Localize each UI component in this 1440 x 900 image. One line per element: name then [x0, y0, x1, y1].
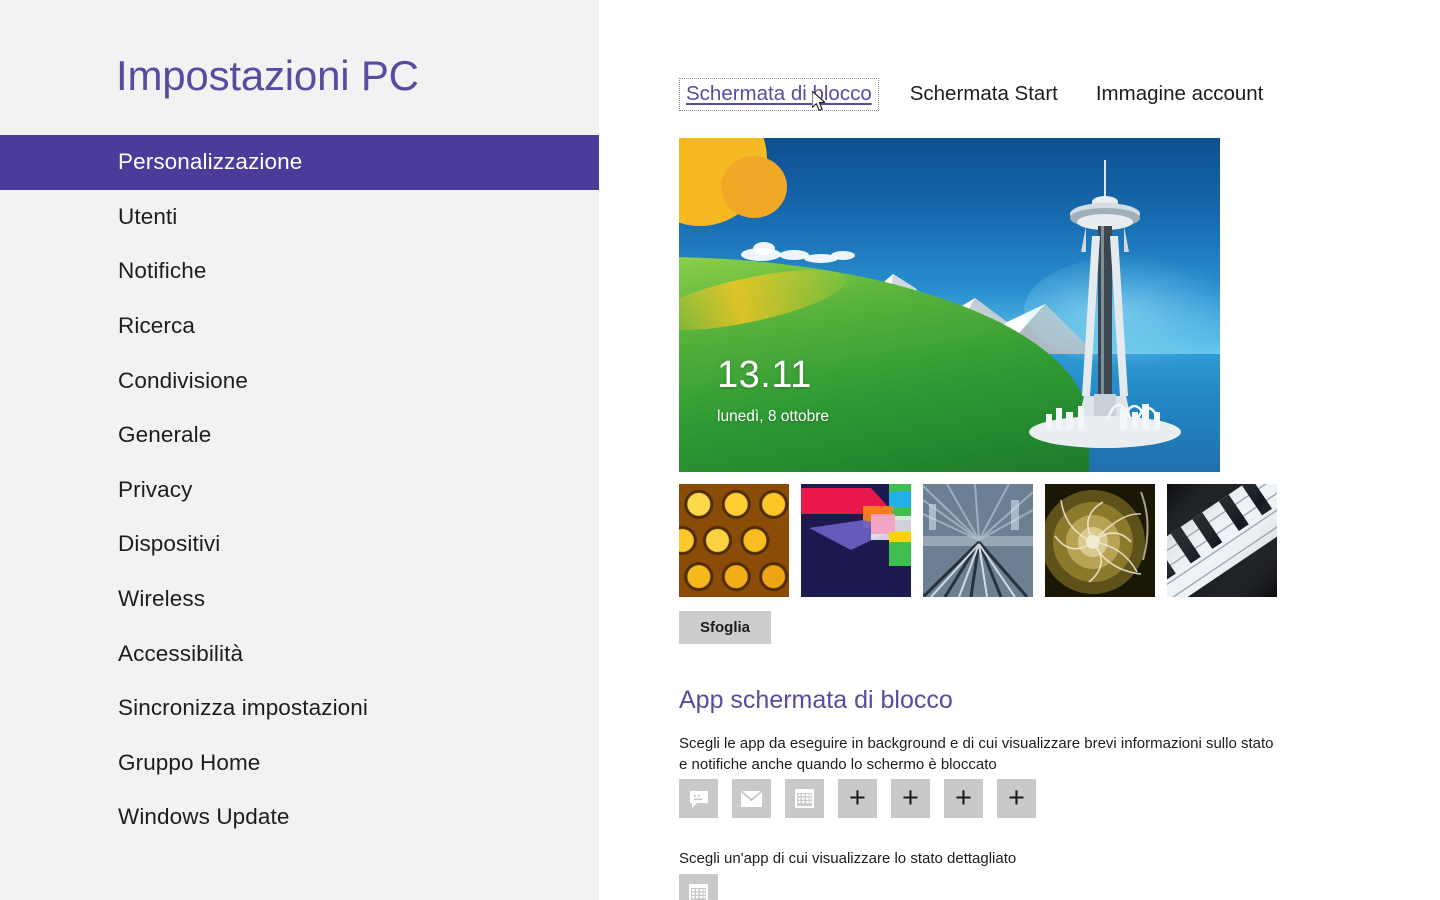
calendar-icon [689, 884, 708, 900]
sidebar-item-dispositivi[interactable]: Dispositivi [0, 517, 599, 572]
sidebar-item-generale[interactable]: Generale [0, 408, 599, 463]
app-tile-add-3[interactable]: + [944, 779, 983, 818]
sidebar-item-accessibilita[interactable]: Accessibilità [0, 626, 599, 681]
sidebar-item-windows-update[interactable]: Windows Update [0, 790, 599, 845]
cloud-icon [753, 242, 775, 255]
detailed-status-description: Scegli un'app di cui visualizzare lo sta… [679, 850, 1017, 867]
tab-schermata-start[interactable]: Schermata Start [903, 78, 1065, 111]
sidebar-item-label: Generale [118, 422, 212, 448]
lock-screen-time: 13.11 [717, 354, 812, 396]
tab-immagine-account[interactable]: Immagine account [1089, 78, 1271, 111]
mail-icon [740, 789, 763, 807]
lock-screen-preview: 13.11 lunedì, 8 ottobre [679, 138, 1220, 472]
app-tile-add-2[interactable]: + [891, 779, 930, 818]
wallpaper-thumbnail-list [679, 484, 1277, 597]
sidebar-item-label: Ricerca [118, 313, 195, 339]
nautilus-shell-graphic [1045, 484, 1155, 597]
thumbnail-nautilus-shell[interactable] [1045, 484, 1155, 597]
pc-settings-screen: Impostazioni PC Personalizzazione Utenti… [0, 0, 1440, 900]
browse-button[interactable]: Sfoglia [679, 611, 772, 644]
sidebar-item-label: Windows Update [118, 804, 290, 830]
app-tile-add-1[interactable]: + [838, 779, 877, 818]
space-needle-icon [1029, 160, 1181, 448]
sidebar-item-label: Privacy [118, 476, 193, 502]
sidebar-item-label: Notifiche [118, 258, 207, 284]
sidebar-item-notifiche[interactable]: Notifiche [0, 244, 599, 299]
sidebar-item-label: Gruppo Home [118, 749, 261, 775]
thumbnail-geometric-shapes[interactable] [801, 484, 911, 597]
sidebar-nav-list: Personalizzazione Utenti Notifiche Ricer… [0, 135, 599, 845]
sun-shape-small-icon [721, 156, 787, 218]
sidebar-item-privacy[interactable]: Privacy [0, 463, 599, 518]
sidebar-item-label: Sincronizza impostazioni [118, 695, 369, 721]
sidebar-item-label: Accessibilità [118, 640, 244, 666]
sidebar: Impostazioni PC Personalizzazione Utenti… [0, 0, 599, 900]
sidebar-item-label: Wireless [118, 586, 206, 612]
section-title-lock-screen-apps: App schermata di blocco [679, 686, 953, 714]
lock-screen-app-tile-row: + + + + [679, 779, 1036, 818]
page-title: Impostazioni PC [116, 52, 419, 99]
section-description: Scegli le app da eseguire in background … [679, 735, 1274, 773]
app-tile-detailed-status-calendar[interactable] [679, 874, 718, 900]
app-tile-mail[interactable] [732, 779, 771, 818]
sidebar-item-ricerca[interactable]: Ricerca [0, 299, 599, 354]
sidebar-item-label: Personalizzazione [118, 149, 303, 175]
sidebar-item-sincronizza-impostazioni[interactable]: Sincronizza impostazioni [0, 681, 599, 736]
geometric-shapes-graphic [801, 484, 911, 597]
main-content: Schermata di blocco Schermata Start Imma… [599, 0, 1440, 900]
messaging-icon [689, 790, 708, 808]
app-tile-messaging[interactable] [679, 779, 718, 818]
lock-screen-image: 13.11 lunedì, 8 ottobre [679, 138, 1220, 472]
app-tile-add-4[interactable]: + [997, 779, 1036, 818]
tab-bar: Schermata di blocco Schermata Start Imma… [679, 78, 1294, 111]
piano-keys-graphic [1167, 484, 1277, 597]
sidebar-item-wireless[interactable]: Wireless [0, 572, 599, 627]
sidebar-item-condivisione[interactable]: Condivisione [0, 353, 599, 408]
sidebar-item-gruppo-home[interactable]: Gruppo Home [0, 736, 599, 791]
detailed-status-tile-row [679, 874, 718, 900]
train-tunnel-graphic [923, 484, 1033, 597]
thumbnail-honeycomb[interactable] [679, 484, 789, 597]
cloud-icon [831, 251, 855, 260]
sidebar-item-utenti[interactable]: Utenti [0, 190, 599, 245]
thumbnail-train-tunnel[interactable] [923, 484, 1033, 597]
sidebar-item-personalizzazione[interactable]: Personalizzazione [0, 135, 599, 190]
tab-schermata-di-blocco[interactable]: Schermata di blocco [679, 78, 879, 111]
sidebar-item-label: Condivisione [118, 367, 249, 393]
sidebar-item-label: Dispositivi [118, 531, 221, 557]
calendar-icon [795, 789, 814, 808]
lock-screen-date: lunedì, 8 ottobre [717, 408, 830, 425]
app-tile-calendar[interactable] [785, 779, 824, 818]
sidebar-item-label: Utenti [118, 203, 178, 229]
thumbnail-piano-keys[interactable] [1167, 484, 1277, 597]
